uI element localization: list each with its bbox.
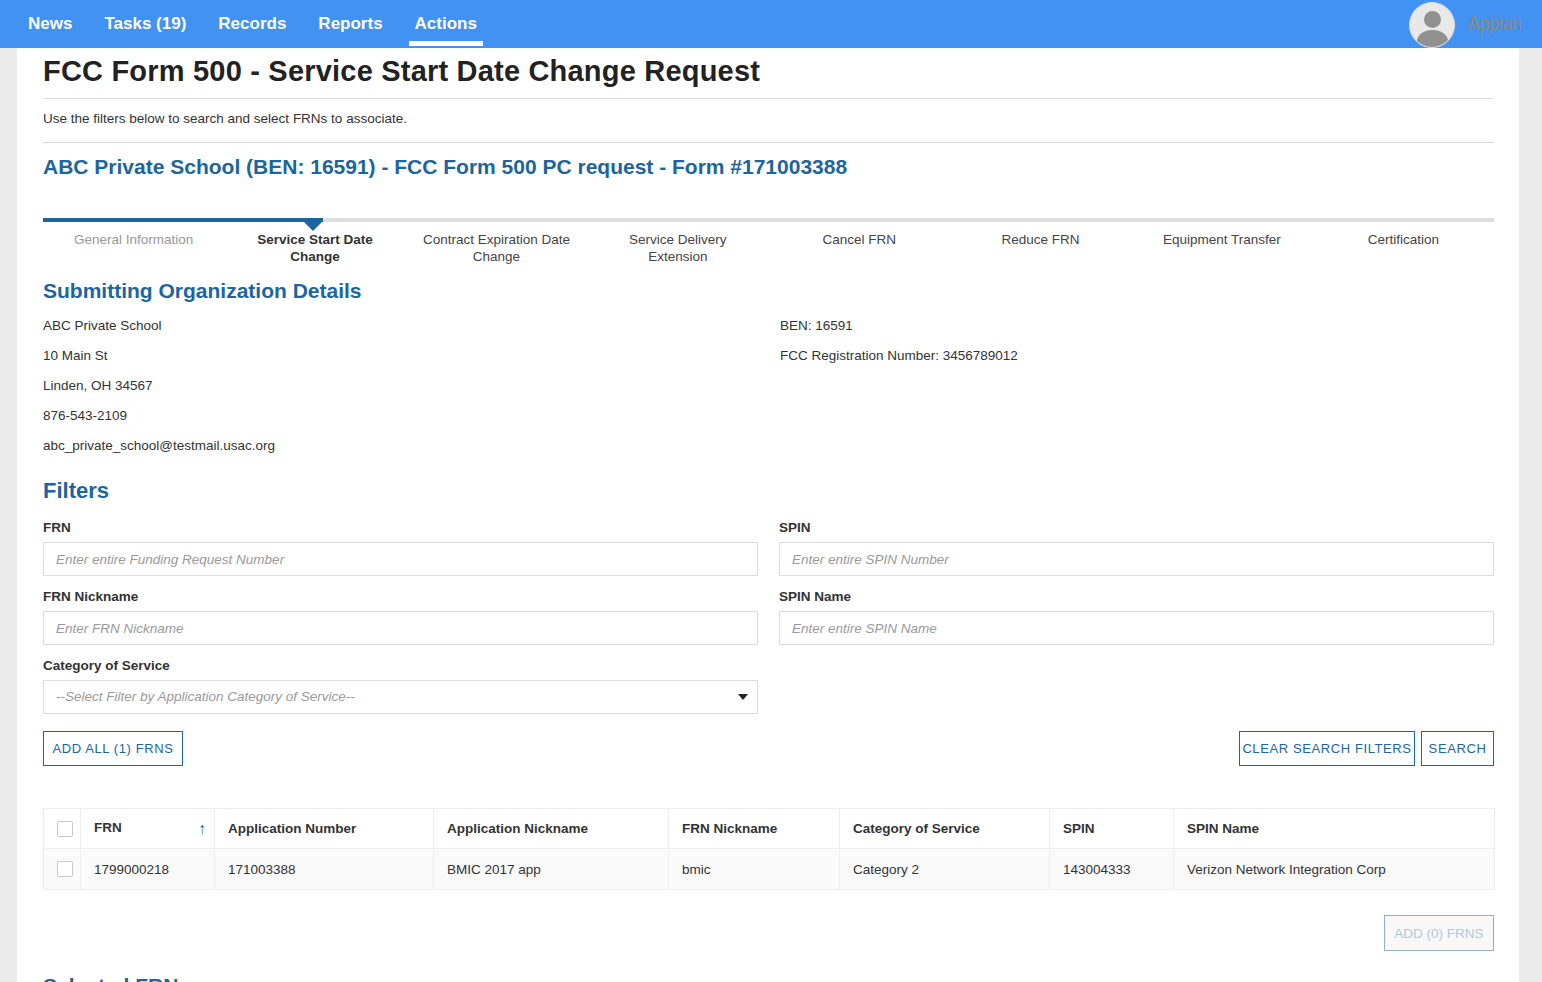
page-subtitle: Use the filters below to search and sele…: [43, 111, 407, 126]
org-ben: BEN: 16591: [780, 311, 1018, 341]
frn-nickname-label: FRN Nickname: [43, 589, 138, 604]
wizard-step-certification[interactable]: Certification: [1313, 231, 1494, 265]
wizard-step-general-information[interactable]: General Information: [43, 231, 224, 265]
table-row: 1799000218 171003388 BMIC 2017 app bmic …: [44, 849, 1495, 890]
org-phone: 876-543-2109: [43, 401, 275, 431]
category-of-service-value: --Select Filter by Application Category …: [56, 681, 355, 713]
wizard-step-service-delivery-extension[interactable]: Service Delivery Extension: [587, 231, 768, 265]
divider: [43, 98, 1494, 99]
category-of-service-select[interactable]: --Select Filter by Application Category …: [43, 680, 758, 714]
wizard-steps: General Information Service Start Date C…: [43, 231, 1494, 265]
wizard-step-contract-expiration-date-change[interactable]: Contract Expiration Date Change: [406, 231, 587, 265]
page-title: FCC Form 500 - Service Start Date Change…: [43, 54, 760, 88]
cell-frn: 1799000218: [81, 849, 215, 890]
nav-item-reports[interactable]: Reports: [302, 0, 398, 48]
brand-logo: Appian: [1468, 11, 1522, 35]
org-details-left-column: ABC Private School 10 Main St Linden, OH…: [43, 311, 275, 461]
org-details-right-column: BEN: 16591 FCC Registration Number: 3456…: [780, 311, 1018, 371]
nav-item-news[interactable]: News: [12, 0, 88, 48]
nav-item-tasks[interactable]: Tasks (19): [88, 0, 202, 48]
wizard-active-step-arrow-icon: [304, 222, 322, 231]
org-details-heading: Submitting Organization Details: [43, 279, 362, 303]
wizard-step-service-start-date-change[interactable]: Service Start Date Change: [224, 231, 405, 265]
nav-item-records[interactable]: Records: [202, 0, 302, 48]
col-header-spin-name[interactable]: SPIN Name: [1174, 809, 1495, 849]
cell-spin-name: Verizon Network Integration Corp: [1174, 849, 1495, 890]
cell-spin: 143004333: [1050, 849, 1174, 890]
wizard-step-equipment-transfer[interactable]: Equipment Transfer: [1131, 231, 1312, 265]
cell-category-of-service: Category 2: [840, 849, 1050, 890]
spin-name-label: SPIN Name: [779, 589, 851, 604]
avatar-shoulders-shape: [1417, 30, 1448, 48]
spin-label: SPIN: [779, 520, 811, 535]
user-avatar-icon[interactable]: [1409, 2, 1455, 48]
sort-ascending-icon: ↑: [198, 820, 206, 838]
org-fcc-registration-number: FCC Registration Number: 3456789012: [780, 341, 1018, 371]
col-header-category-of-service[interactable]: Category of Service: [840, 809, 1050, 849]
col-header-frn-nickname[interactable]: FRN Nickname: [669, 809, 840, 849]
clear-search-filters-button[interactable]: CLEAR SEARCH FILTERS: [1239, 731, 1415, 766]
category-of-service-label: Category of Service: [43, 658, 170, 673]
col-header-spin[interactable]: SPIN: [1050, 809, 1174, 849]
wizard-step-reduce-frn[interactable]: Reduce FRN: [950, 231, 1131, 265]
spin-name-input[interactable]: [779, 611, 1494, 645]
col-header-application-number[interactable]: Application Number: [215, 809, 434, 849]
add-selected-frns-button[interactable]: ADD (0) FRNS: [1384, 915, 1494, 951]
col-header-application-nickname[interactable]: Application Nickname: [434, 809, 669, 849]
org-street: 10 Main St: [43, 341, 275, 371]
select-all-checkbox[interactable]: [57, 821, 73, 837]
frn-input[interactable]: [43, 542, 758, 576]
selected-frns-heading: Selected FRNs: [43, 974, 190, 982]
col-header-frn[interactable]: FRN↑: [81, 809, 215, 849]
content-card: FCC Form 500 - Service Start Date Change…: [17, 48, 1519, 982]
search-button[interactable]: SEARCH: [1421, 731, 1494, 766]
add-all-frns-button[interactable]: ADD ALL (1) FRNS: [43, 731, 183, 766]
wizard-step-cancel-frn[interactable]: Cancel FRN: [769, 231, 950, 265]
cell-application-nickname: BMIC 2017 app: [434, 849, 669, 890]
select-caret-icon: [738, 694, 748, 700]
frn-results-table: FRN↑ Application Number Application Nick…: [43, 808, 1495, 890]
wizard-progress-bar: [43, 218, 1494, 222]
form-heading: ABC Private School (BEN: 16591) - FCC Fo…: [43, 155, 847, 179]
frn-nickname-input[interactable]: [43, 611, 758, 645]
filters-heading: Filters: [43, 478, 109, 504]
frn-label: FRN: [43, 520, 71, 535]
table-header-row: FRN↑ Application Number Application Nick…: [44, 809, 1495, 849]
top-navbar: News Tasks (19) Records Reports Actions …: [0, 0, 1542, 48]
nav-item-actions[interactable]: Actions: [399, 0, 493, 48]
wizard-progress-fill: [43, 218, 323, 222]
org-name: ABC Private School: [43, 311, 275, 341]
org-email: abc_private_school@testmail.usac.org: [43, 431, 275, 461]
spin-input[interactable]: [779, 542, 1494, 576]
cell-application-number: 171003388: [215, 849, 434, 890]
org-city-state-zip: Linden, OH 34567: [43, 371, 275, 401]
divider: [43, 142, 1494, 143]
cell-frn-nickname: bmic: [669, 849, 840, 890]
row-checkbox[interactable]: [57, 861, 73, 877]
avatar-head-shape: [1424, 11, 1441, 28]
